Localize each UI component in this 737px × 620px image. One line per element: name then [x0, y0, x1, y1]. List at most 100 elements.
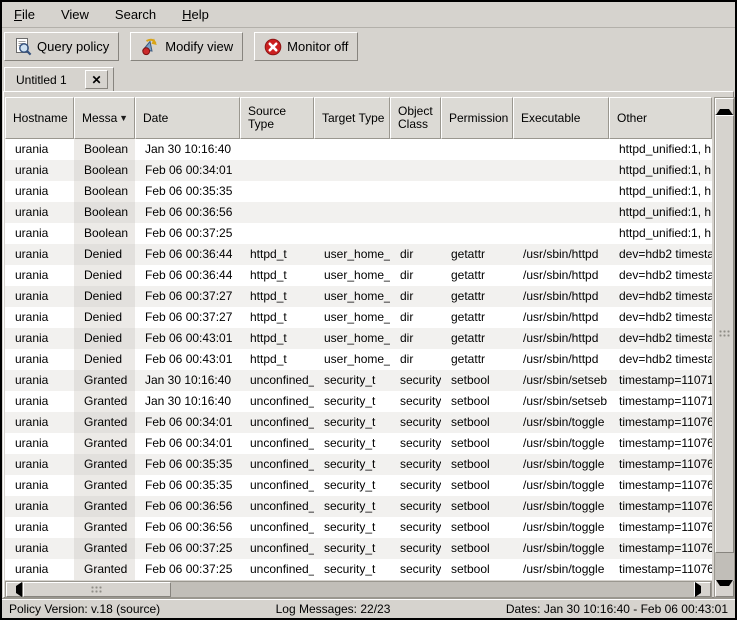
column-header-label: Object Class	[398, 105, 436, 131]
cell-hostname: urania	[5, 286, 74, 307]
column-header-executable[interactable]: Executable	[513, 97, 609, 139]
cell-permission: setbool	[441, 370, 513, 391]
cell-executable: /usr/sbin/toggle	[513, 538, 609, 559]
column-header-hostname[interactable]: Hostname	[5, 97, 74, 139]
cell-permission	[441, 139, 513, 160]
table-row[interactable]: uraniaDeniedFeb 06 00:36:44httpd_tuser_h…	[5, 244, 712, 265]
table-row[interactable]: uraniaDeniedFeb 06 00:43:01httpd_tuser_h…	[5, 328, 712, 349]
cell-source-type: unconfined_	[240, 475, 314, 496]
cell-hostname: urania	[5, 538, 74, 559]
cell-other: httpd_unified:1, h	[609, 160, 712, 181]
modify-view-button[interactable]: Modify view	[130, 32, 243, 61]
table-row[interactable]: uraniaBooleanJan 30 10:16:40httpd_unifie…	[5, 139, 712, 160]
column-header-target-type[interactable]: Target Type	[314, 97, 390, 139]
menu-item-file[interactable]: File	[14, 7, 35, 22]
horizontal-scrollbar-thumb[interactable]	[23, 582, 171, 597]
cell-object-class: security	[390, 559, 441, 580]
cell-source-type: unconfined_	[240, 391, 314, 412]
table-row[interactable]: uraniaDeniedFeb 06 00:37:27httpd_tuser_h…	[5, 286, 712, 307]
cell-messa: Boolean	[74, 202, 135, 223]
table-row[interactable]: uraniaGrantedFeb 06 00:35:35unconfined_s…	[5, 475, 712, 496]
table-row[interactable]: uraniaGrantedJan 30 10:16:40unconfined_s…	[5, 370, 712, 391]
cell-permission: setbool	[441, 412, 513, 433]
cell-object-class	[390, 139, 441, 160]
cell-object-class: security	[390, 412, 441, 433]
cell-object-class: dir	[390, 286, 441, 307]
monitor-off-button[interactable]: Monitor off	[254, 32, 358, 61]
table-row[interactable]: uraniaDeniedFeb 06 00:43:01httpd_tuser_h…	[5, 349, 712, 370]
menu-item-view[interactable]: View	[61, 7, 89, 22]
column-header-other[interactable]: Other	[609, 97, 712, 139]
cell-hostname: urania	[5, 433, 74, 454]
scroll-right-button[interactable]	[694, 582, 711, 597]
table-row[interactable]: uraniaDeniedFeb 06 00:37:27httpd_tuser_h…	[5, 307, 712, 328]
monitor-off-icon	[264, 38, 282, 56]
cell-hostname: urania	[5, 244, 74, 265]
cell-permission: setbool	[441, 454, 513, 475]
cell-source-type: unconfined_	[240, 559, 314, 580]
modify-view-icon	[140, 37, 160, 57]
cell-hostname: urania	[5, 559, 74, 580]
cell-messa: Granted	[74, 433, 135, 454]
cell-permission: setbool	[441, 391, 513, 412]
cell-source-type: httpd_t	[240, 286, 314, 307]
table-row[interactable]: uraniaBooleanFeb 06 00:36:56httpd_unifie…	[5, 202, 712, 223]
cell-hostname: urania	[5, 496, 74, 517]
cell-messa: Boolean	[74, 181, 135, 202]
menu-item-help[interactable]: Help	[182, 7, 209, 22]
table-row[interactable]: uraniaGrantedFeb 06 00:36:56unconfined_s…	[5, 496, 712, 517]
query-policy-button[interactable]: Query policy	[4, 32, 119, 61]
table-row[interactable]: uraniaGrantedFeb 06 00:36:56unconfined_s…	[5, 517, 712, 538]
table-row[interactable]: uraniaBooleanFeb 06 00:34:01httpd_unifie…	[5, 160, 712, 181]
column-header-object-class[interactable]: Object Class	[390, 97, 441, 139]
sort-descending-icon: ▼	[119, 112, 130, 125]
arrow-left-icon	[7, 582, 22, 597]
column-header-permission[interactable]: Permission	[441, 97, 513, 139]
scroll-down-button[interactable]	[715, 580, 734, 597]
cell-permission	[441, 181, 513, 202]
cell-object-class: security	[390, 391, 441, 412]
tab-close-button[interactable]: ✕	[85, 70, 108, 89]
table-row[interactable]: uraniaGrantedFeb 06 00:37:25unconfined_s…	[5, 538, 712, 559]
cell-target-type: user_home_	[314, 286, 390, 307]
table-row[interactable]: uraniaGrantedFeb 06 00:34:01unconfined_s…	[5, 412, 712, 433]
table-row[interactable]: uraniaGrantedJan 30 10:16:40unconfined_s…	[5, 391, 712, 412]
cell-target-type: user_home_	[314, 265, 390, 286]
cell-permission: setbool	[441, 433, 513, 454]
cell-target-type	[314, 223, 390, 244]
cell-target-type: security_t	[314, 559, 390, 580]
cell-source-type: httpd_t	[240, 307, 314, 328]
table-row[interactable]: uraniaDeniedFeb 06 00:36:44httpd_tuser_h…	[5, 265, 712, 286]
horizontal-scrollbar[interactable]	[5, 581, 712, 598]
arrow-up-icon	[716, 98, 733, 115]
cell-other: dev=hdb2 timesta	[609, 307, 712, 328]
table-row[interactable]: uraniaBooleanFeb 06 00:35:35httpd_unifie…	[5, 181, 712, 202]
cell-hostname: urania	[5, 454, 74, 475]
table-row[interactable]: uraniaGrantedFeb 06 00:34:01unconfined_s…	[5, 433, 712, 454]
tab-strip: Untitled 1 ✕	[2, 64, 735, 92]
scroll-left-button[interactable]	[6, 582, 23, 597]
table-row[interactable]: uraniaGrantedFeb 06 00:35:35unconfined_s…	[5, 454, 712, 475]
table-row[interactable]: uraniaGrantedFeb 06 00:37:25unconfined_s…	[5, 559, 712, 580]
scroll-up-button[interactable]	[715, 98, 734, 115]
cell-hostname: urania	[5, 265, 74, 286]
query-policy-label: Query policy	[37, 39, 109, 54]
column-header-messa[interactable]: Messa▼	[74, 97, 135, 139]
cell-date: Feb 06 00:35:35	[135, 181, 240, 202]
menu-item-search[interactable]: Search	[115, 7, 156, 22]
column-header-date[interactable]: Date	[135, 97, 240, 139]
cell-executable: /usr/sbin/toggle	[513, 517, 609, 538]
column-header-source-type[interactable]: Source Type	[240, 97, 314, 139]
cell-other: timestamp=11076	[609, 517, 712, 538]
cell-other: httpd_unified:1, h	[609, 223, 712, 244]
menu-bar: File View Search Help	[2, 2, 735, 28]
table-row[interactable]: uraniaBooleanFeb 06 00:37:25httpd_unifie…	[5, 223, 712, 244]
cell-messa: Denied	[74, 349, 135, 370]
vertical-scrollbar-thumb[interactable]	[715, 115, 734, 553]
tab-untitled-1[interactable]: Untitled 1 ✕	[4, 67, 114, 92]
cell-executable: /usr/sbin/toggle	[513, 433, 609, 454]
cell-other: dev=hdb2 timesta	[609, 349, 712, 370]
cell-date: Feb 06 00:43:01	[135, 328, 240, 349]
vertical-scrollbar[interactable]	[714, 97, 735, 598]
cell-messa: Denied	[74, 244, 135, 265]
